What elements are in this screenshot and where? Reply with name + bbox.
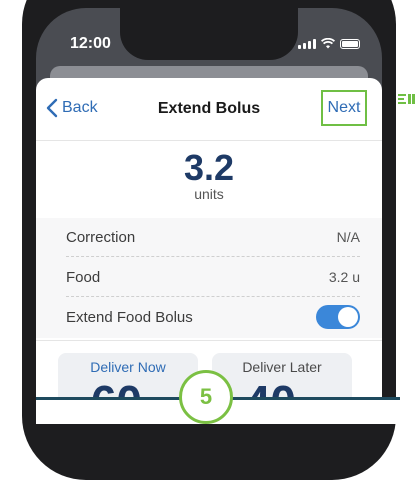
correction-label: Correction: [66, 228, 136, 246]
extend-food-bolus-toggle[interactable]: [316, 305, 360, 329]
step-badge: 5: [179, 370, 233, 424]
amount-unit: units: [194, 186, 224, 202]
phone-screen: 12:00 Back Extend Bolus Next 3.2 units C…: [36, 8, 382, 408]
correction-value: N/A: [336, 229, 360, 245]
nav-divider: [36, 140, 382, 141]
toggle-knob: [338, 307, 358, 327]
status-time: 12:00: [70, 35, 111, 52]
bolus-amount: 3.2 units: [36, 147, 382, 203]
signal-icon: [298, 39, 316, 49]
nav-bar: Back Extend Bolus Next: [36, 78, 382, 140]
food-value: 3.2 u: [328, 269, 360, 285]
battery-icon: [340, 39, 360, 49]
food-row: Food 3.2 u: [66, 258, 360, 297]
food-label: Food: [66, 268, 101, 286]
next-label: Next: [327, 99, 361, 116]
correction-row: Correction N/A: [66, 218, 360, 257]
extend-food-bolus-row: Extend Food Bolus: [66, 298, 360, 336]
next-button[interactable]: Next: [321, 90, 367, 126]
notch: [120, 8, 298, 60]
status-icons: [298, 38, 360, 49]
extend-bolus-icon: [398, 94, 415, 104]
deliver-now-label: Deliver Now: [90, 359, 166, 375]
extend-bolus-modal: Back Extend Bolus Next 3.2 units Correct…: [36, 78, 382, 408]
amount-value: 3.2: [183, 147, 235, 188]
extend-food-bolus-label: Extend Food Bolus: [66, 308, 193, 326]
wifi-icon: [321, 38, 335, 49]
deliver-later-label: Deliver Later: [242, 359, 322, 375]
